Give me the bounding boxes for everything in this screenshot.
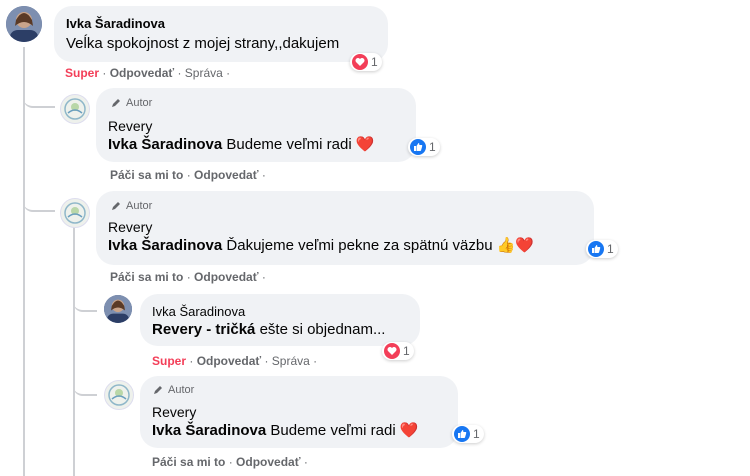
avatar[interactable] <box>104 295 132 323</box>
reply-link[interactable]: Odpovedať <box>194 270 258 284</box>
avatar[interactable] <box>60 198 90 228</box>
comment-text: Revery - tričká ešte si objednam... <box>152 321 386 338</box>
thread-curve-4 <box>73 380 97 396</box>
message-link[interactable]: Správa <box>185 66 223 80</box>
thread-line-sub <box>73 226 75 476</box>
pen-icon <box>112 99 120 107</box>
comment-author[interactable]: Revery <box>108 219 152 235</box>
reaction-count: 1 <box>371 55 378 69</box>
comment-text: Ivka Šaradinova Ďakujeme veľmi pekne za … <box>108 237 535 254</box>
reaction-count: 1 <box>429 140 436 154</box>
thread-line-main <box>23 47 25 476</box>
author-badge: Autor <box>110 200 152 212</box>
reaction-summary[interactable]: 1 <box>452 425 484 443</box>
message-link[interactable]: Správa <box>272 354 310 368</box>
author-badge: Autor <box>110 97 152 109</box>
thumbs-up-icon <box>454 426 470 442</box>
heart-icon <box>384 343 400 359</box>
like-link[interactable]: Páči sa mi to <box>110 168 183 182</box>
thread-curve-1 <box>23 90 55 108</box>
super-reaction-link[interactable]: Super <box>152 354 186 368</box>
comment-author[interactable]: Ivka Šaradinova <box>152 304 245 319</box>
comment-bubble: Autor Revery Ivka Šaradinova Budeme veľm… <box>96 88 416 162</box>
reaction-summary[interactable]: 1 <box>408 138 440 156</box>
comment-actions: Páči sa mi to · Odpovedať · <box>110 168 266 182</box>
pen-icon <box>112 202 120 210</box>
like-link[interactable]: Páči sa mi to <box>110 270 183 284</box>
comment-bubble: Autor Revery Ivka Šaradinova Ďakujeme ve… <box>96 191 594 265</box>
comment-bubble: Ivka Šaradinova Revery - tričká ešte si … <box>140 294 420 346</box>
comment-text: Veĺka spokojnost z mojej strany,,dakujem <box>66 35 340 52</box>
comment-bubble: Ivka Šaradinova Veĺka spokojnost z mojej… <box>54 6 388 62</box>
mention-link[interactable]: Revery <box>152 321 202 338</box>
reaction-summary[interactable]: 1 <box>382 342 414 360</box>
pen-icon <box>154 386 162 394</box>
like-link[interactable]: Páči sa mi to <box>152 455 225 469</box>
mention-link[interactable]: Ivka Šaradinova <box>152 422 266 439</box>
thumbs-up-icon <box>410 139 426 155</box>
comment-bubble: Autor Revery Ivka Šaradinova Budeme veľm… <box>140 376 458 448</box>
reply-link[interactable]: Odpovedať <box>194 168 258 182</box>
reply-link[interactable]: Odpovedať <box>197 354 261 368</box>
comment-text: Ivka Šaradinova Budeme veľmi radi ❤️ <box>108 136 375 153</box>
comment-actions: Páči sa mi to · Odpovedať · <box>152 455 308 469</box>
comment-author[interactable]: Revery <box>108 118 152 134</box>
thread-curve-2 <box>23 194 55 212</box>
comment-author[interactable]: Ivka Šaradinova <box>66 16 165 31</box>
author-badge: Autor <box>152 384 194 396</box>
reply-link[interactable]: Odpovedať <box>236 455 300 469</box>
mention-link[interactable]: Ivka Šaradinova <box>108 136 222 153</box>
heart-icon <box>352 54 368 70</box>
super-reaction-link[interactable]: Super <box>65 66 99 80</box>
thread-curve-3 <box>73 296 97 312</box>
reaction-count: 1 <box>607 242 614 256</box>
reaction-summary[interactable]: 1 <box>586 240 618 258</box>
comment-actions: Super · Odpovedať · Správa · <box>65 66 231 80</box>
comment-text: Ivka Šaradinova Budeme veľmi radi ❤️ <box>152 422 419 439</box>
reaction-summary[interactable]: 1 <box>350 53 382 71</box>
avatar[interactable] <box>6 6 42 42</box>
comment-actions: Páči sa mi to · Odpovedať · <box>110 270 266 284</box>
avatar[interactable] <box>60 94 90 124</box>
comment-author[interactable]: Revery <box>152 404 196 420</box>
thumbs-up-icon <box>588 241 604 257</box>
reaction-count: 1 <box>473 427 480 441</box>
reaction-count: 1 <box>403 344 410 358</box>
mention-link[interactable]: Ivka Šaradinova <box>108 237 222 254</box>
comment-actions: Super · Odpovedať · Správa · <box>152 354 318 368</box>
reply-link[interactable]: Odpovedať <box>110 66 174 80</box>
avatar[interactable] <box>104 380 134 410</box>
